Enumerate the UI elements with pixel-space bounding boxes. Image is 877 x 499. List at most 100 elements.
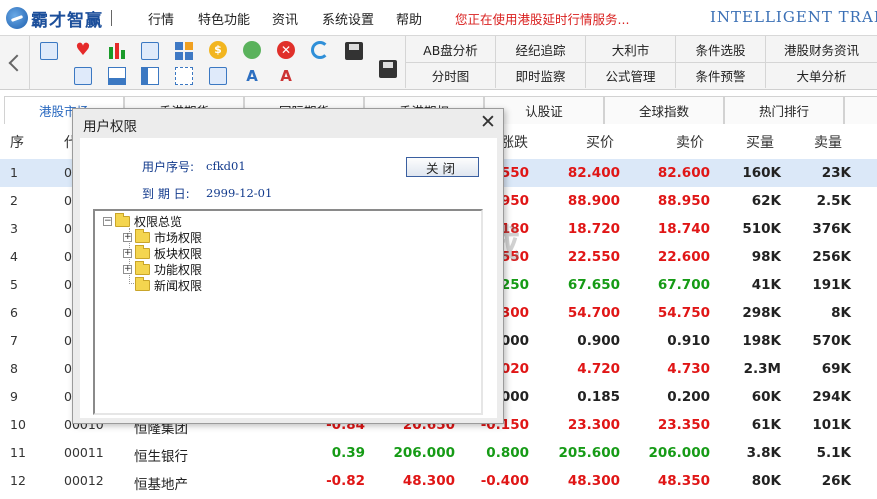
- menu-features[interactable]: 特色功能: [198, 9, 250, 28]
- header-ask[interactable]: 卖价: [676, 132, 704, 152]
- cell-bid-vol: 2.3M: [743, 361, 781, 377]
- dialog-close-button[interactable]: 关闭: [406, 157, 479, 177]
- stop-icon[interactable]: ✕: [277, 41, 295, 59]
- cell-seq: 5: [10, 277, 18, 292]
- cell-ask-vol: 101K: [812, 417, 851, 433]
- header-bid[interactable]: 买价: [586, 132, 614, 152]
- cell-pct: -0.82: [326, 473, 365, 489]
- add-window-icon[interactable]: [74, 67, 92, 85]
- close-icon[interactable]: ✕: [479, 113, 497, 132]
- cell-bid: 82.400: [567, 165, 620, 181]
- expand-icon[interactable]: +: [123, 264, 132, 274]
- window-icon[interactable]: [40, 42, 58, 60]
- cell-ask-vol: 570K: [812, 333, 851, 349]
- cell-bid-vol: 160K: [742, 165, 781, 181]
- font-increase-icon[interactable]: A: [243, 67, 261, 85]
- ab-analysis-button[interactable]: AB盘分析: [405, 36, 495, 62]
- split-vertical-icon[interactable]: [141, 67, 159, 85]
- font-color-icon[interactable]: A: [277, 67, 295, 85]
- cell-bid-vol: 298K: [742, 305, 781, 321]
- menu-settings[interactable]: 系统设置: [322, 9, 374, 28]
- heart-icon[interactable]: ♥: [74, 41, 92, 59]
- folder-icon: [135, 276, 150, 291]
- tree-node-market[interactable]: + 市场权限: [123, 228, 202, 245]
- tree-node-label: 权限总览: [134, 214, 183, 229]
- cell-ask-vol: 26K: [821, 473, 851, 489]
- cell-seq: 1: [10, 165, 18, 180]
- dalishi-button[interactable]: 大利市: [585, 36, 675, 62]
- chart-lightning-icon[interactable]: [141, 42, 159, 60]
- broker-tracking-button[interactable]: 经纪追踪: [495, 36, 585, 62]
- expand-icon[interactable]: +: [123, 248, 132, 258]
- cell-bid: 67.650: [567, 277, 620, 293]
- cell-ask: 18.740: [657, 221, 710, 237]
- cell-name: 恒基地产: [134, 477, 188, 493]
- table-icon[interactable]: [209, 67, 227, 85]
- menu-help[interactable]: 帮助: [396, 9, 422, 28]
- user-id-value: cfkd01: [206, 159, 246, 173]
- save-icon[interactable]: [345, 42, 363, 60]
- header-seq[interactable]: 序: [10, 132, 24, 152]
- header-change[interactable]: 涨跌: [500, 132, 528, 152]
- cell-ask: 23.350: [657, 417, 710, 433]
- tree-node-label: 新闻权限: [154, 278, 203, 293]
- table-row[interactable]: 11 00011 恒生银行 0.39 206.000 0.800 205.600 206.00…: [0, 439, 877, 467]
- collapse-icon[interactable]: −: [103, 216, 112, 226]
- header-bid-volume[interactable]: 买量: [746, 132, 774, 152]
- cell-bid: 0.185: [577, 389, 620, 405]
- permissions-tree: − 权限总览 + 市场权限 + 板块权限 + 功能权限 新闻权限: [93, 209, 483, 415]
- header-ask-volume[interactable]: 卖量: [814, 132, 842, 152]
- delay-notice: 您正在使用港股延时行情服务...: [455, 12, 630, 27]
- grid-icon[interactable]: [175, 42, 193, 60]
- menu-news[interactable]: 资讯: [272, 9, 298, 28]
- cell-bid-vol: 198K: [742, 333, 781, 349]
- cell-seq: 2: [10, 193, 18, 208]
- cell-seq: 8: [10, 361, 18, 376]
- cell-seq: 10: [10, 417, 26, 432]
- hk-financials-button[interactable]: 港股财务资讯: [765, 36, 877, 62]
- cell-change: -0.400: [480, 473, 529, 489]
- tree-node-sector[interactable]: + 板块权限: [123, 244, 202, 261]
- stock-screener-button[interactable]: 条件选股: [675, 36, 765, 62]
- cell-ask: 54.750: [657, 305, 710, 321]
- expand-icon[interactable]: +: [123, 232, 132, 242]
- cell-code: 00011: [64, 445, 104, 460]
- cell-ask-vol: 69K: [821, 361, 851, 377]
- coin-icon[interactable]: $: [209, 41, 227, 59]
- tree-node-root[interactable]: − 权限总览: [103, 212, 183, 229]
- conditional-alert-button[interactable]: 条件预警: [675, 62, 765, 88]
- cell-seq: 11: [10, 445, 26, 460]
- fullscreen-icon[interactable]: [175, 67, 193, 85]
- live-monitor-button[interactable]: 即时监察: [495, 62, 585, 88]
- cell-ask-vol: 8K: [831, 305, 851, 321]
- cell-bid: 18.720: [567, 221, 620, 237]
- large-order-analysis-button[interactable]: 大单分析: [765, 62, 877, 88]
- candlestick-icon[interactable]: [108, 41, 126, 59]
- menu-bar: 霸才智赢 行情 特色功能 资讯 系统设置 帮助 您正在使用港股延时行情服务...…: [0, 0, 877, 36]
- cell-bid-vol: 61K: [751, 417, 781, 433]
- back-button[interactable]: [0, 36, 30, 90]
- tab-hot-ranking[interactable]: 热门排行: [724, 96, 844, 124]
- tab-more[interactable]: [844, 96, 877, 124]
- dialog-body: 用户序号: cfkd01 到 期 日: 2999-12-01 关闭 − 权限总览…: [80, 138, 497, 418]
- save-as-icon[interactable]: [379, 60, 397, 78]
- cell-ask-vol: 191K: [812, 277, 851, 293]
- tab-global-indices[interactable]: 全球指数: [604, 96, 724, 124]
- cell-ask: 67.700: [657, 277, 710, 293]
- cell-ask: 48.350: [657, 473, 710, 489]
- globe-icon[interactable]: [243, 41, 261, 59]
- intraday-chart-button[interactable]: 分时图: [405, 62, 495, 88]
- cell-bid: 54.700: [567, 305, 620, 321]
- table-row[interactable]: 12 00012 恒基地产 -0.82 48.300 -0.400 48.300 48.350…: [0, 467, 877, 495]
- refresh-icon[interactable]: [311, 41, 329, 59]
- menu-quotes[interactable]: 行情: [148, 9, 174, 28]
- brand-text: INTELLIGENT TRADE: [710, 8, 877, 26]
- formula-manager-button[interactable]: 公式管理: [585, 62, 675, 88]
- tree-node-function[interactable]: + 功能权限: [123, 260, 202, 277]
- cell-bid-vol: 3.8K: [746, 445, 781, 461]
- folder-icon: [135, 228, 150, 243]
- tree-node-news[interactable]: 新闻权限: [135, 276, 203, 293]
- cell-seq: 4: [10, 249, 18, 264]
- split-horizontal-icon[interactable]: [108, 67, 126, 85]
- cell-ask-vol: 5.1K: [816, 445, 851, 461]
